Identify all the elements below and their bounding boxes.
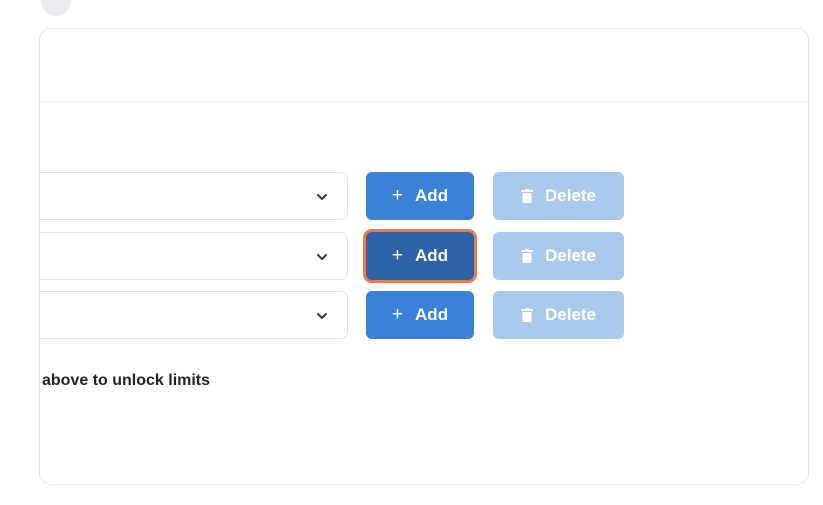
row-3-select[interactable] — [40, 291, 348, 339]
chevron-down-icon — [317, 313, 327, 319]
avatar — [41, 0, 71, 16]
delete-button-label: Delete — [544, 305, 597, 324]
row-1-select[interactable] — [40, 172, 348, 220]
card-header — [40, 29, 808, 102]
add-button-label: Add — [415, 246, 449, 265]
settings-card: + Add Delete + Add Delete + Add Delete a… — [39, 28, 809, 485]
plus-icon: + — [391, 245, 404, 266]
add-button-label: Add — [415, 186, 449, 205]
chevron-down-icon — [317, 254, 327, 260]
trash-icon — [520, 189, 533, 203]
delete-button[interactable]: Delete — [493, 232, 624, 280]
add-button[interactable]: + Add — [366, 172, 474, 220]
delete-button-label: Delete — [544, 246, 597, 265]
delete-button-label: Delete — [544, 186, 597, 205]
page: + Add Delete + Add Delete + Add Delete a… — [0, 0, 823, 505]
unlock-limits-hint: above to unlock limits — [42, 372, 211, 389]
add-button-label: Add — [415, 305, 449, 324]
add-button[interactable]: + Add — [366, 291, 474, 339]
trash-icon — [520, 308, 533, 322]
add-button[interactable]: + Add — [366, 232, 474, 280]
chevron-down-icon — [317, 194, 327, 200]
plus-icon: + — [391, 304, 404, 325]
plus-icon: + — [391, 185, 404, 206]
trash-icon — [520, 249, 533, 263]
delete-button[interactable]: Delete — [493, 291, 624, 339]
row-2-select[interactable] — [40, 232, 348, 280]
delete-button[interactable]: Delete — [493, 172, 624, 220]
